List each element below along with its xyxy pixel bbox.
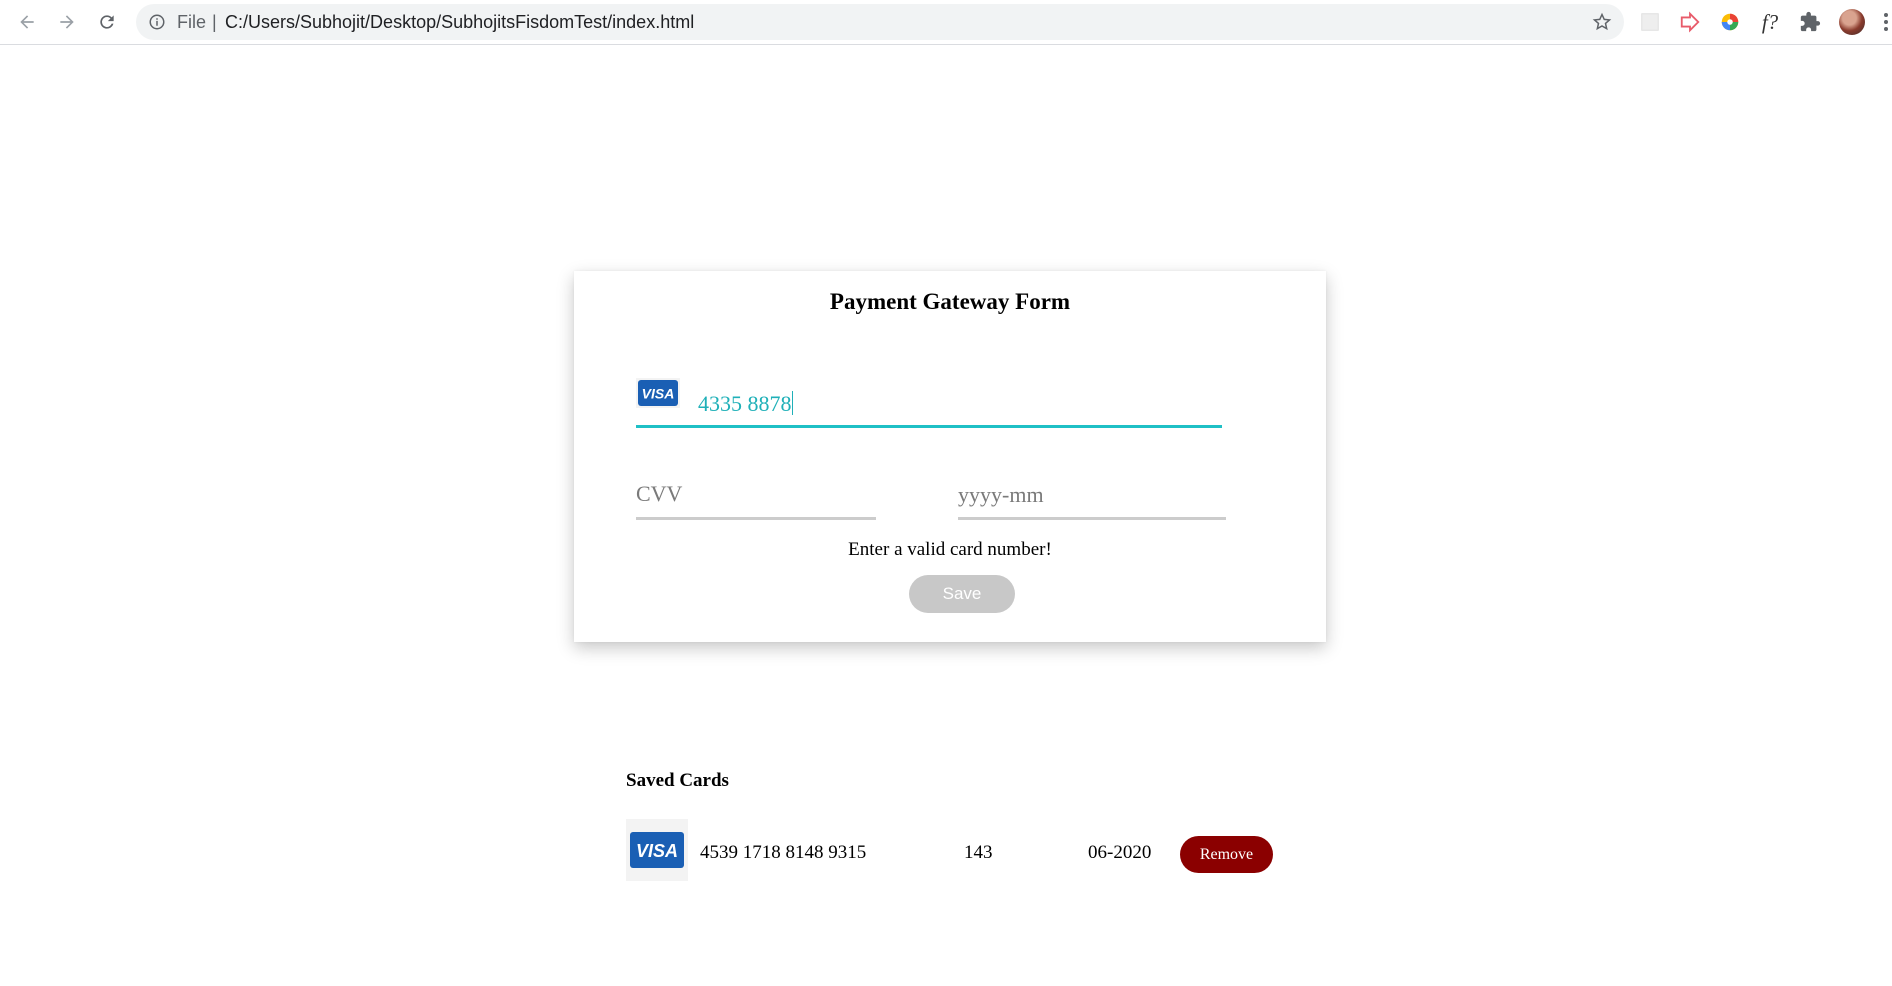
url-scheme-label: File [177, 12, 207, 32]
url-separator: | [212, 12, 217, 32]
saved-card-visa-logo: VISA [626, 819, 688, 881]
extension-fx-icon[interactable]: f? [1758, 10, 1782, 34]
validation-error-message: Enter a valid card number! [848, 539, 1052, 560]
text-caret [792, 391, 793, 415]
reload-icon [100, 15, 114, 29]
extension-blank-icon[interactable] [1638, 10, 1662, 34]
share-arrow-icon [1680, 11, 1700, 33]
arrow-right-icon [60, 15, 74, 29]
visa-logo-icon: VISA [630, 832, 684, 868]
form-title: Payment Gateway Form [829, 289, 1071, 314]
save-button[interactable]: Save [909, 575, 1015, 613]
payment-form-card: Payment Gateway Form VISA 4335 8878 CVV … [574, 271, 1326, 642]
info-icon[interactable] [148, 13, 166, 31]
card-number-value[interactable]: 4335 8878 [698, 391, 792, 417]
saved-visa-logo-text: VISA [636, 841, 678, 861]
visa-logo-icon: VISA [636, 378, 680, 408]
profile-avatar[interactable] [1839, 9, 1865, 35]
saved-card-expiry: 06-2020 [1088, 842, 1152, 863]
saved-card-number: 4539 1718 8148 9315 [700, 842, 867, 863]
saved-card-cvv: 143 [964, 842, 993, 863]
extension-color-wheel-icon[interactable] [1718, 10, 1742, 34]
blank-square-icon [1641, 13, 1659, 31]
color-wheel-icon [1721, 13, 1739, 31]
extension-arrow-icon[interactable] [1678, 10, 1702, 34]
browser-toolbar: File | C:/Users/Subhojit/Desktop/Subhoji… [0, 0, 1892, 45]
extensions-puzzle-icon[interactable] [1798, 10, 1822, 34]
forward-button[interactable] [54, 9, 80, 35]
fx-label: f? [1761, 9, 1779, 34]
address-bar[interactable]: File | C:/Users/Subhojit/Desktop/Subhoji… [136, 4, 1624, 40]
back-button[interactable] [14, 9, 40, 35]
menu-kebab-icon[interactable] [1880, 10, 1892, 34]
url-text[interactable]: C:/Users/Subhojit/Desktop/SubhojitsFisdo… [225, 12, 694, 33]
remove-card-button[interactable]: Remove [1180, 836, 1273, 873]
saved-cards-title: Saved Cards [626, 770, 729, 791]
reload-button[interactable] [94, 9, 120, 35]
cvv-placeholder[interactable]: CVV [636, 481, 682, 507]
expiry-placeholder[interactable]: yyyy-mm [958, 482, 1044, 508]
bookmark-star-icon[interactable] [1592, 12, 1612, 32]
puzzle-icon [1800, 11, 1821, 32]
visa-logo-text: VISA [642, 386, 675, 402]
arrow-left-icon [20, 15, 34, 29]
